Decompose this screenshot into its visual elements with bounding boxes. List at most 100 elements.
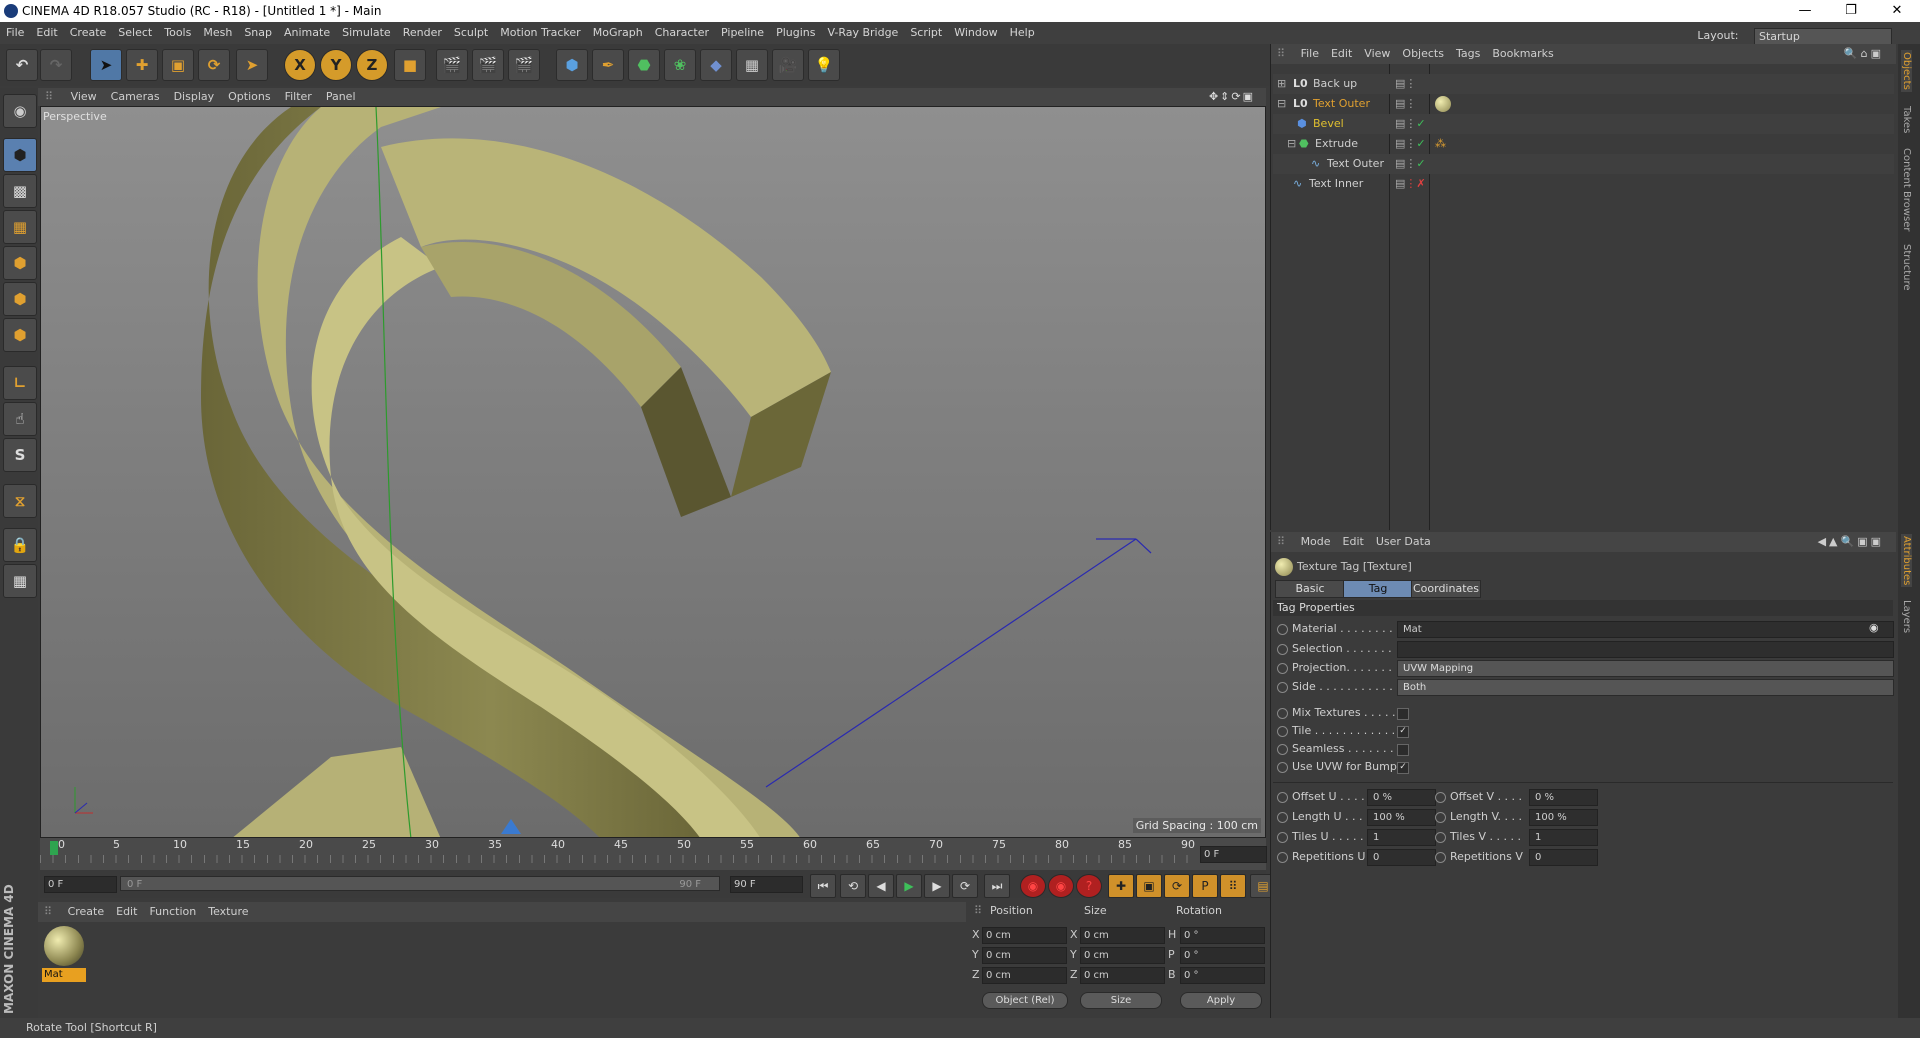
select-tool-icon[interactable]: ➤ <box>90 49 122 81</box>
key-rotation-icon[interactable]: ⟳ <box>1164 874 1190 898</box>
pos-z-field[interactable]: 0 cm <box>982 967 1067 984</box>
deformer-icon[interactable]: ◆ <box>700 49 732 81</box>
expand-icon[interactable]: ⊞ <box>1277 74 1286 94</box>
visibility-icon[interactable]: ▤⋮✓ <box>1395 114 1426 134</box>
texture-tag-icon[interactable] <box>1435 96 1451 112</box>
tab-content-browser[interactable]: Content Browser <box>1901 148 1912 231</box>
menu-plugins[interactable]: Plugins <box>770 22 821 44</box>
visibility-icon[interactable]: ▤⋮ <box>1395 74 1416 94</box>
object-row-text-outer[interactable]: ⊟ L0 Text Outer ▤⋮ <box>1273 94 1894 114</box>
visibility-icon[interactable]: ▤⋮ <box>1395 94 1416 114</box>
material-swatch[interactable]: Mat <box>42 926 86 982</box>
coordinate-system-icon[interactable]: ■ <box>394 49 426 81</box>
anim-dot-icon[interactable] <box>1277 623 1288 635</box>
goto-end-icon[interactable]: ⏭ <box>984 874 1010 898</box>
material-menu-edit[interactable]: Edit <box>110 902 143 922</box>
anim-dot-icon[interactable] <box>1277 725 1288 737</box>
points-mode-icon[interactable]: ⬢ <box>3 246 37 280</box>
attr-nav-icons[interactable]: ◀▲🔍▣▣ <box>1812 532 1890 552</box>
coord-mode-dropdown[interactable]: Object (Rel) <box>982 992 1068 1009</box>
tab-structure[interactable]: Structure <box>1901 244 1912 291</box>
key-position-icon[interactable]: ✚ <box>1108 874 1134 898</box>
material-link-field[interactable]: Mat <box>1397 621 1894 638</box>
anim-dot-icon[interactable] <box>1435 791 1446 803</box>
frame-range-slider[interactable]: 0 F 90 F <box>120 876 720 891</box>
material-menu-texture[interactable]: Texture <box>202 902 254 922</box>
z-axis-icon[interactable]: Z <box>356 49 388 81</box>
visibility-icon[interactable]: ▤⋮✗ <box>1395 174 1426 194</box>
menu-create[interactable]: Create <box>64 22 113 44</box>
collapse-icon[interactable]: ⊟ <box>1277 94 1286 114</box>
menu-script[interactable]: Script <box>904 22 948 44</box>
anim-dot-icon[interactable] <box>1277 831 1288 843</box>
object-row-bevel[interactable]: ⬢ Bevel ▤⋮✓ <box>1273 114 1894 134</box>
tab-basic[interactable]: Basic <box>1275 580 1345 598</box>
menu-render[interactable]: Render <box>397 22 448 44</box>
key-param-icon[interactable]: P <box>1192 874 1218 898</box>
key-scale-icon[interactable]: ▣ <box>1136 874 1162 898</box>
visibility-icon[interactable]: ▤⋮✓ <box>1395 134 1426 154</box>
rotate-tool-icon[interactable]: ⟳ <box>198 49 230 81</box>
tab-layers[interactable]: Layers <box>1901 600 1912 633</box>
viewport-menu-panel[interactable]: Panel <box>319 88 363 106</box>
menu-animate[interactable]: Animate <box>278 22 336 44</box>
menu-edit[interactable]: Edit <box>30 22 63 44</box>
anim-dot-icon[interactable] <box>1435 811 1446 823</box>
material-menu-create[interactable]: Create <box>62 902 111 922</box>
menu-snap[interactable]: Snap <box>238 22 278 44</box>
magnet-icon[interactable]: ⧖ <box>3 484 37 518</box>
projection-dropdown[interactable]: UVW Mapping <box>1397 660 1894 677</box>
end-frame-field[interactable]: 90 F <box>730 876 803 893</box>
light-icon[interactable]: 💡 <box>808 49 840 81</box>
snap-icon[interactable]: S <box>3 438 37 472</box>
menu-mograph[interactable]: MoGraph <box>587 22 649 44</box>
side-dropdown[interactable]: Both <box>1397 679 1894 696</box>
playhead[interactable] <box>50 841 58 855</box>
tab-attributes[interactable]: Attributes <box>1901 534 1912 588</box>
attr-menu-mode[interactable]: Mode <box>1295 532 1337 552</box>
menu-window[interactable]: Window <box>948 22 1003 44</box>
make-editable-icon[interactable]: ◉ <box>3 94 37 128</box>
object-row-back-up[interactable]: ⊞ L0 Back up ▤⋮ <box>1273 74 1894 94</box>
start-frame-field[interactable]: 0 F <box>44 876 117 893</box>
size-z-field[interactable]: 0 cm <box>1080 967 1165 984</box>
planar-workplane-icon[interactable]: ▦ <box>3 564 37 598</box>
objects-menu-file[interactable]: File <box>1295 44 1325 64</box>
anim-dot-icon[interactable] <box>1277 851 1288 863</box>
record-keys-icon[interactable]: ◉ <box>1020 874 1046 898</box>
tab-takes[interactable]: Takes <box>1901 106 1912 133</box>
menu-select[interactable]: Select <box>112 22 158 44</box>
viewport-menu-display[interactable]: Display <box>167 88 222 106</box>
play-icon[interactable]: ▶ <box>896 874 922 898</box>
objects-menu-objects[interactable]: Objects <box>1396 44 1450 64</box>
pos-y-field[interactable]: 0 cm <box>982 947 1067 964</box>
collapse-icon[interactable]: ⊟ <box>1287 134 1296 154</box>
tweak-mode-icon[interactable]: ☝ <box>3 402 37 436</box>
anim-dot-icon[interactable] <box>1435 831 1446 843</box>
next-frame-icon[interactable]: ▶ <box>924 874 950 898</box>
viewport-3d[interactable]: Perspective Grid Spacing : 100 cm <box>40 106 1266 838</box>
objects-search-icon[interactable]: 🔍⌂▣ <box>1838 44 1890 64</box>
tab-objects[interactable]: Objects <box>1901 50 1912 92</box>
menu-sculpt[interactable]: Sculpt <box>448 22 494 44</box>
maximize-icon[interactable]: ❐ <box>1828 0 1874 22</box>
anim-dot-icon[interactable] <box>1277 707 1288 719</box>
scale-tool-icon[interactable]: ▣ <box>162 49 194 81</box>
render-picture-viewer-icon[interactable]: 🎬 <box>472 49 504 81</box>
anim-dot-icon[interactable] <box>1277 643 1288 655</box>
anim-dot-icon[interactable] <box>1277 761 1288 773</box>
object-row-text-outer-spline[interactable]: ∿ Text Outer ▤⋮✓ <box>1273 154 1894 174</box>
objects-menu-bookmarks[interactable]: Bookmarks <box>1486 44 1559 64</box>
close-icon[interactable]: ✕ <box>1874 0 1920 22</box>
rot-h-field[interactable]: 0 ° <box>1180 927 1265 944</box>
goto-start-icon[interactable]: ⏮ <box>810 874 836 898</box>
layout-dropdown[interactable]: Startup <box>1754 27 1892 45</box>
viewport-menu-cameras[interactable]: Cameras <box>104 88 167 106</box>
offset-v-field[interactable]: 0 % <box>1529 789 1598 806</box>
tiles-u-field[interactable]: 1 <box>1367 829 1436 846</box>
repetitions-u-field[interactable]: 0 <box>1367 849 1436 866</box>
repetitions-v-field[interactable]: 0 <box>1529 849 1598 866</box>
x-axis-icon[interactable]: X <box>284 49 316 81</box>
rot-b-field[interactable]: 0 ° <box>1180 967 1265 984</box>
viewport-menu-filter[interactable]: Filter <box>278 88 319 106</box>
